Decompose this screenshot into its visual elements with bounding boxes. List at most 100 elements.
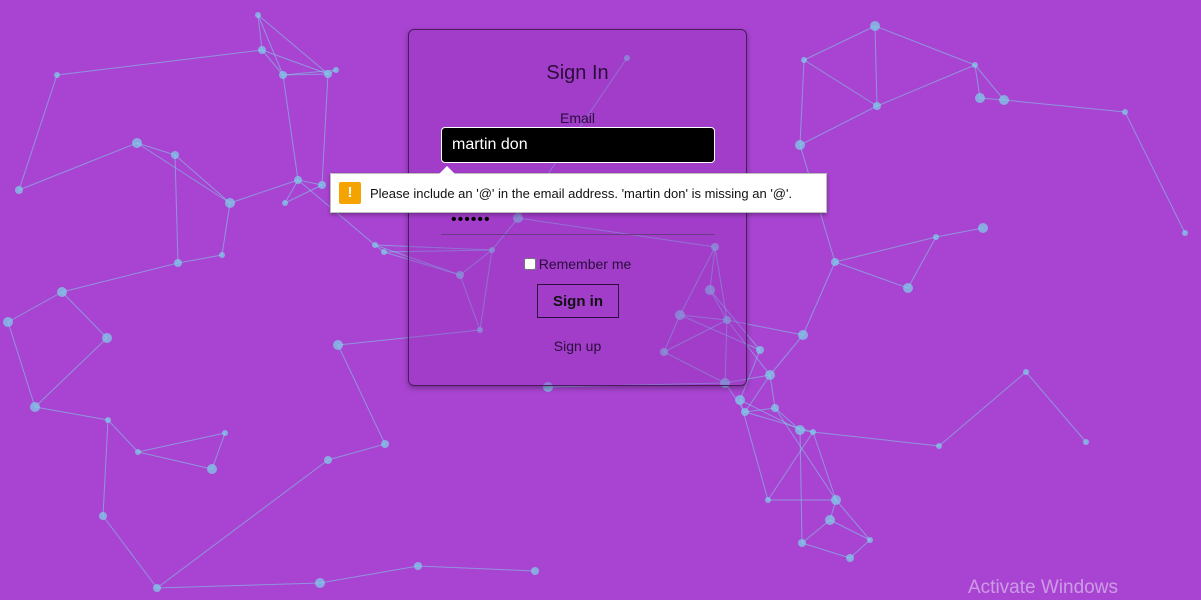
network-line (812, 431, 940, 447)
network-node (30, 402, 40, 412)
network-node (171, 151, 179, 159)
network-node (972, 62, 978, 68)
network-node (333, 340, 343, 350)
network-line (801, 519, 831, 544)
network-node (333, 67, 339, 73)
network-line (834, 261, 909, 289)
email-field[interactable] (441, 127, 715, 163)
network-line (802, 261, 836, 336)
email-validation-tooltip: ! Please include an '@' in the email add… (330, 166, 827, 213)
network-line (18, 142, 138, 191)
network-line (102, 515, 158, 589)
sign-up-link[interactable]: Sign up (409, 338, 746, 354)
network-line (18, 74, 58, 191)
network-node (831, 258, 839, 266)
network-line (211, 432, 226, 470)
network-node (135, 449, 141, 455)
network-line (417, 565, 536, 572)
network-node (219, 252, 225, 258)
remember-me-checkbox[interactable] (523, 258, 536, 270)
network-node (825, 515, 835, 525)
tooltip-arrow (439, 166, 455, 174)
network-line (744, 374, 771, 413)
network-line (829, 519, 871, 541)
network-node (846, 554, 854, 562)
network-node (381, 249, 387, 255)
network-line (156, 459, 329, 589)
network-node (54, 72, 60, 78)
network-line (137, 432, 226, 453)
network-node (15, 186, 23, 194)
network-line (56, 49, 263, 76)
network-line (801, 542, 851, 559)
network-node (765, 370, 775, 380)
network-node (801, 57, 807, 63)
network-node (999, 95, 1009, 105)
network-line (1025, 371, 1087, 443)
network-node (153, 584, 161, 592)
network-node (741, 408, 749, 416)
network-node (1023, 369, 1029, 375)
network-line (803, 59, 878, 107)
network-node (174, 259, 182, 267)
warning-icon: ! (339, 182, 361, 204)
network-line (61, 291, 108, 339)
network-node (222, 430, 228, 436)
network-line (319, 565, 419, 584)
network-node (867, 537, 873, 543)
network-node (978, 223, 988, 233)
network-node (771, 404, 779, 412)
network-line (174, 154, 179, 264)
network-node (831, 495, 841, 505)
network-line (136, 142, 231, 204)
network-node (1182, 230, 1188, 236)
network-line (102, 419, 109, 517)
network-line (257, 14, 329, 75)
network-node (318, 181, 326, 189)
network-line (1124, 111, 1186, 234)
network-line (337, 344, 386, 445)
network-node (372, 242, 378, 248)
network-node (531, 567, 539, 575)
network-line (938, 371, 1027, 447)
network-node (57, 287, 67, 297)
network-line (137, 451, 213, 470)
network-node (765, 497, 771, 503)
network-node (1083, 439, 1089, 445)
network-line (874, 25, 976, 66)
network-node (102, 333, 112, 343)
network-line (874, 25, 878, 107)
network-node (132, 138, 142, 148)
network-node (99, 512, 107, 520)
email-label: Email (559, 110, 595, 126)
network-node (936, 443, 942, 449)
network-node (414, 562, 422, 570)
network-node (324, 70, 332, 78)
sign-in-button[interactable]: Sign in (537, 284, 619, 318)
network-line (221, 202, 231, 256)
network-node (870, 21, 880, 31)
network-node (105, 417, 111, 423)
network-node (810, 429, 816, 435)
network-line (774, 407, 837, 501)
network-line (321, 73, 329, 186)
validation-message: Please include an '@' in the email addre… (370, 186, 793, 201)
network-line (174, 154, 231, 204)
network-line (767, 431, 814, 501)
network-node (903, 283, 913, 293)
network-line (835, 499, 871, 541)
network-node (975, 93, 985, 103)
network-node (873, 102, 881, 110)
network-line (849, 539, 871, 559)
network-line (876, 64, 976, 107)
page-title: Sign In (546, 62, 609, 84)
network-node (315, 578, 325, 588)
network-line (1003, 99, 1126, 113)
network-node (279, 71, 287, 79)
network-node (933, 234, 939, 240)
network-line (799, 59, 805, 146)
network-line (107, 419, 139, 453)
network-node (795, 140, 805, 150)
network-line (907, 236, 937, 289)
network-line (327, 443, 386, 461)
